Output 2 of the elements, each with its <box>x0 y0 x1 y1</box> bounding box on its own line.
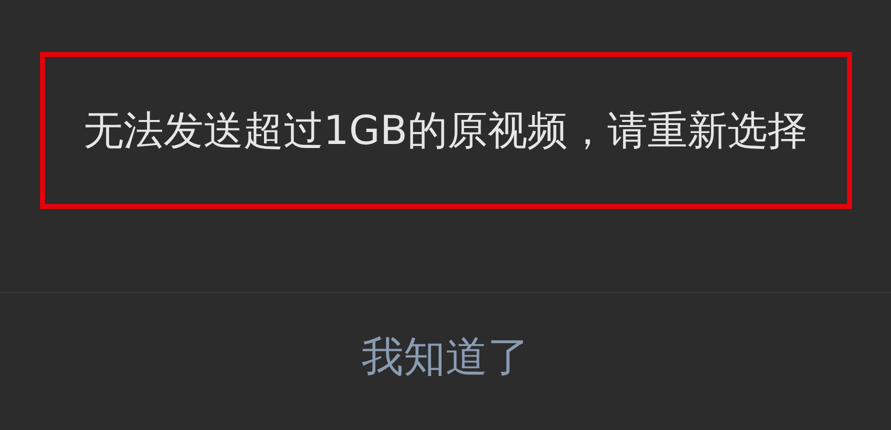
acknowledge-button[interactable]: 我知道了 <box>354 324 538 388</box>
dialog-message: 无法发送超过1GB的原视频，请重新选择 <box>84 106 808 156</box>
